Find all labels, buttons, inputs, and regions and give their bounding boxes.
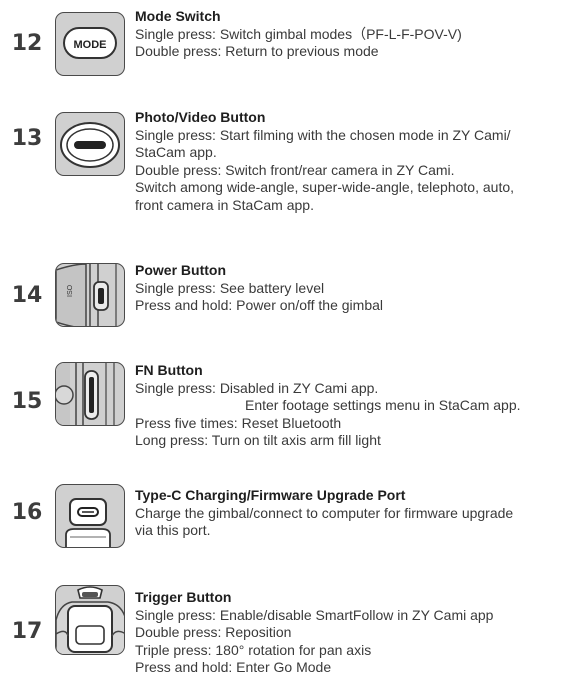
entry-line: via this port. [135,522,211,538]
entry-line: Double press: Return to previous mode [135,43,379,59]
entry-line: Double press: Switch front/rear camera i… [135,161,455,178]
item-number: 16 [11,500,43,525]
entry-line: Single press: Enable/disable SmartFollow… [135,606,494,623]
entry-line: Press and hold: Power on/off the gimbal [135,297,384,313]
shutter-button-icon [60,122,120,168]
entry-line: Triple press: 180° rotation for pan axis [135,641,372,658]
usb-c-port-icon [65,498,111,547]
entry-title: Photo/Video Button [135,109,266,125]
entry-line: Single press: Disabled in ZY Cami app. [135,379,379,396]
entry-title: Mode Switch [135,8,221,24]
entry-line: Single press: Switch gimbal modes（PF-L-F… [135,25,462,42]
entry-line: Long press: Turn on tilt axis arm fill l… [135,432,381,448]
fn-button-icon [56,363,115,425]
mode-button-icon: MODE [63,27,117,59]
entry-line: front camera in StaCam app. [135,196,314,213]
power-button-icon: ISO [56,264,117,326]
entry-line: Single press: Start filming with the cho… [135,126,511,143]
entry-title: Type-C Charging/Firmware Upgrade Port [135,487,406,503]
entry-line: Charge the gimbal/connect to computer fo… [135,504,514,521]
entry-title: Trigger Button [135,589,232,605]
entry-line: Press five times: Reset Bluetooth [135,414,342,431]
mode-switch-illustration: MODE [55,12,125,76]
fn-button-illustration [55,362,125,426]
item-number: 14 [11,283,43,308]
entry-line: StaCam app. [135,144,217,160]
item-number: 15 [11,389,43,414]
item-number: 12 [11,31,43,56]
entry-line: Single press: See battery level [135,279,325,296]
entry-title: FN Button [135,362,203,378]
trigger-button-illustration [55,585,125,655]
power-button-illustration: ISO [55,263,125,327]
entry-title: Power Button [135,262,226,278]
type-c-port-illustration [55,484,125,548]
iso-label: ISO [67,284,74,297]
item-number: 13 [11,126,43,151]
trigger-button-icon [56,586,124,654]
entry-line: Enter footage settings menu in StaCam ap… [245,397,521,413]
photo-video-illustration [55,112,125,176]
entry-line: Switch among wide-angle, super-wide-angl… [135,179,515,195]
entry-line: Double press: Reposition [135,624,292,640]
entry-line: Press and hold: Enter Go Mode [135,659,332,675]
item-number: 17 [11,619,43,644]
mode-button-label: MODE [74,39,107,51]
